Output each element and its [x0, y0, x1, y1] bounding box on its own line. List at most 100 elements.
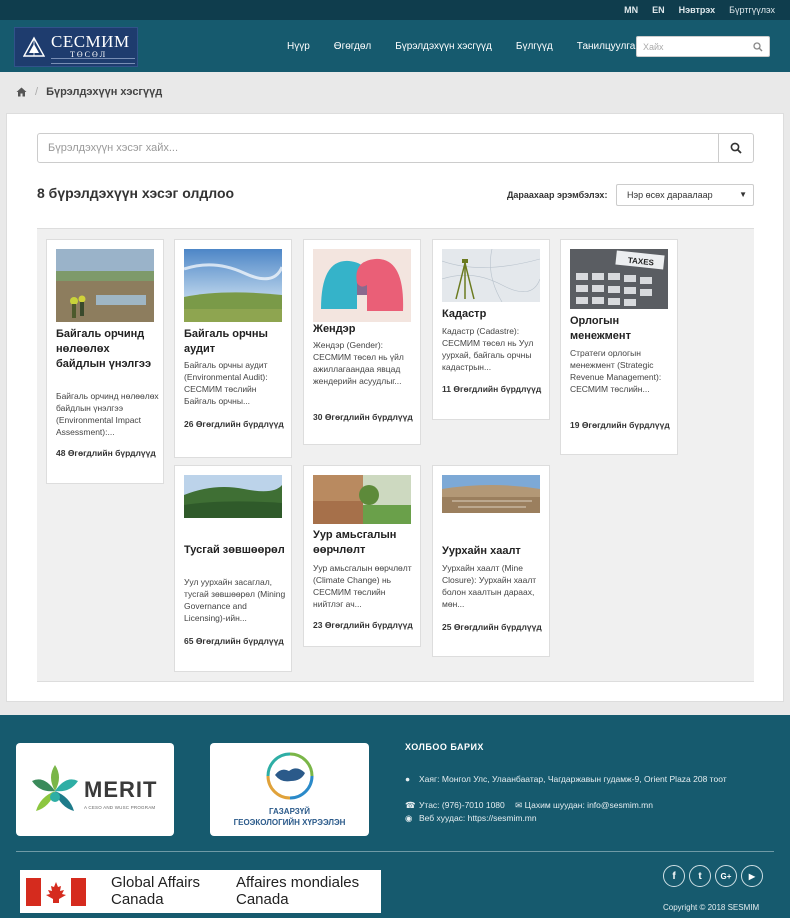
- main-panel: 8 бүрэлдэхүүн хэсэг олдлоо Дараахаар эрэ…: [6, 113, 784, 702]
- component-card[interactable]: Жендэр Жендэр (Gender): СЕСМИМ төсөл нь …: [303, 239, 421, 445]
- card-image: [313, 249, 411, 322]
- component-search: [37, 133, 754, 163]
- gac-english: Global Affairs Canada: [111, 874, 200, 908]
- contact-phone-email: ☎ Утас: (976)-7010 1080 ✉ Цахим шуудан: i…: [405, 800, 653, 811]
- card-title[interactable]: Орлогын менежмент: [570, 314, 674, 344]
- card-description: Уур амьсгалын өөрчлөлт (Climate Change) …: [313, 563, 412, 609]
- lang-mn-link[interactable]: MN: [617, 5, 645, 15]
- logo-triangle-icon: [23, 36, 45, 57]
- card-count: 11 Өгөгдлийн бүрдлүүд: [442, 384, 542, 394]
- nav-data[interactable]: Өгөгдөл: [334, 41, 371, 52]
- card-title[interactable]: Байгаль орчинд нөлөөлөх байдлын үнэлгээ: [56, 327, 160, 372]
- merit-name: MERIT: [84, 777, 158, 802]
- merit-logo[interactable]: MERIT A CESO AND WUSC PROGRAM: [16, 743, 174, 836]
- youtube-icon[interactable]: ▶: [741, 865, 763, 887]
- component-card[interactable]: Кадастр Кадастр (Cadastre): СЕСМИМ төсөл…: [432, 239, 550, 420]
- login-link[interactable]: Нэвтрэх: [672, 5, 723, 15]
- geoecology-logo[interactable]: ГАЗАРЗҮЙ ГЕОЭКОЛОГИЙН ХҮРЭЭЛЭН: [210, 743, 369, 836]
- email-text[interactable]: Цахим шуудан: info@sesmim.mn: [525, 800, 653, 810]
- site-logo[interactable]: СЕСМИМ ТӨСӨЛ: [14, 27, 138, 67]
- top-bar: MN EN Нэвтрэх Бүртгүүлэх: [0, 0, 790, 20]
- home-icon[interactable]: [16, 87, 27, 97]
- card-count: 26 Өгөгдлийн бүрдлүүд: [184, 419, 284, 429]
- card-image: [56, 249, 154, 322]
- sort-select-value: Нэр өсөх дараалаар: [627, 190, 713, 200]
- component-card[interactable]: TAXES Орлогын менежмент Стратеги орлогын…: [560, 239, 678, 455]
- main-nav: Нүүр Өгөгдөл Бүрэлдэхүүн хэсгүүд Бүлгүүд…: [287, 20, 659, 72]
- phone-icon: ☎: [405, 800, 416, 810]
- geoecology-line1: ГАЗАРЗҮЙ: [268, 807, 311, 816]
- header: СЕСМИМ ТӨСӨЛ Нүүр Өгөгдөл Бүрэлдэхүүн хэ…: [0, 20, 790, 72]
- geoecology-emblem-icon: [266, 752, 314, 800]
- card-title[interactable]: Уурхайн хаалт: [442, 544, 546, 559]
- search-icon: [730, 142, 742, 154]
- sort-select[interactable]: Нэр өсөх дараалаар ▼: [616, 184, 754, 206]
- contact-heading: ХОЛБОО БАРИХ: [405, 742, 484, 752]
- search-icon[interactable]: [753, 42, 763, 52]
- card-title[interactable]: Жендэр: [313, 322, 417, 337]
- card-title[interactable]: Тусгай зөвшөөрөл: [184, 543, 288, 558]
- component-search-button[interactable]: [718, 134, 753, 162]
- breadcrumb: / Бүрэлдэхүүн хэсгүүд: [16, 84, 162, 100]
- twitter-icon[interactable]: t: [689, 865, 711, 887]
- geoecology-line2: ГЕОЭКОЛОГИЙН ХҮРЭЭЛЭН: [233, 818, 346, 827]
- nav-about[interactable]: Танилцуулга: [577, 41, 636, 52]
- component-card[interactable]: Байгаль орчинд нөлөөлөх байдлын үнэлгээ …: [46, 239, 164, 484]
- register-link[interactable]: Бүртгүүлэх: [722, 5, 782, 15]
- global-affairs-canada-logo[interactable]: Global Affairs Canada Affaires mondiales…: [20, 870, 381, 913]
- lang-en-link[interactable]: EN: [645, 5, 672, 15]
- component-card[interactable]: Уур амьсгалын өөрчлөлт Уур амьсгалын өөр…: [303, 465, 421, 647]
- gac-english-line1: Global Affairs: [111, 874, 200, 891]
- component-card[interactable]: Байгаль орчны аудит Байгаль орчны аудит …: [174, 239, 292, 458]
- breadcrumb-separator: /: [35, 86, 39, 98]
- contact-web: ◉ Веб хуудас: https://sesmim.mn: [405, 813, 537, 824]
- copyright: Copyright © 2018 SESMIM: [663, 903, 760, 912]
- card-description: Байгаль орчинд нөлөөлөх байдлын үнэлгээ …: [56, 391, 159, 437]
- caret-down-icon: ▼: [739, 190, 747, 199]
- gac-french: Affaires mondiales Canada: [236, 874, 359, 908]
- logo-caption-lines: [51, 58, 135, 64]
- card-title[interactable]: Байгаль орчны аудит: [184, 327, 288, 357]
- component-card[interactable]: Тусгай зөвшөөрөл Уул уурхайн засаглал, т…: [174, 465, 292, 672]
- card-title[interactable]: Уур амьсгалын өөрчлөлт: [313, 528, 417, 558]
- header-search: [636, 36, 770, 57]
- canada-flag-icon: [26, 878, 86, 906]
- merit-tagline: A CESO AND WUSC PROGRAM: [84, 805, 156, 810]
- card-count: 23 Өгөгдлийн бүрдлүүд: [313, 620, 413, 630]
- card-count: 19 Өгөгдлийн бүрдлүүд: [570, 420, 670, 430]
- sort-label: Дараахаар эрэмбэлэх:: [507, 190, 608, 200]
- breadcrumb-current[interactable]: Бүрэлдэхүүн хэсгүүд: [46, 86, 162, 98]
- google-plus-icon[interactable]: G+: [715, 865, 737, 887]
- card-image: [184, 249, 282, 322]
- component-search-input[interactable]: [38, 134, 708, 162]
- card-description: Уурхайн хаалт (Mine Closure): Уурхайн ха…: [442, 563, 537, 609]
- card-count: 48 Өгөгдлийн бүрдлүүд: [56, 448, 156, 458]
- web-text[interactable]: Веб хуудас: https://sesmim.mn: [419, 813, 537, 823]
- header-search-input[interactable]: [637, 37, 745, 57]
- top-links: MN EN Нэвтрэх Бүртгүүлэх: [617, 0, 782, 20]
- results-count: 8 бүрэлдэхүүн хэсэг олдлоо: [37, 185, 235, 201]
- card-description: Уул уурхайн засаглал, тусгай зөвшөөрөл (…: [184, 577, 286, 623]
- nav-home[interactable]: Нүүр: [287, 41, 310, 52]
- component-card[interactable]: Уурхайн хаалт Уурхайн хаалт (Mine Closur…: [432, 465, 550, 657]
- component-grid: Байгаль орчинд нөлөөлөх байдлын үнэлгээ …: [37, 228, 754, 682]
- merit-leaf-icon: [32, 765, 78, 811]
- gac-french-line1: Affaires mondiales: [236, 874, 360, 891]
- card-count: 30 Өгөгдлийн бүрдлүүд: [313, 412, 413, 422]
- card-image: [184, 475, 282, 548]
- nav-components[interactable]: Бүрэлдэхүүн хэсгүүд: [395, 41, 492, 52]
- card-title[interactable]: Кадастр: [442, 307, 546, 322]
- logo-name: СЕСМИМ: [51, 32, 130, 51]
- card-description: Жендэр (Gender): СЕСМИМ төсөл нь үйл ажи…: [313, 340, 404, 386]
- card-image: TAXES: [570, 249, 668, 322]
- gac-english-line2: Canada: [111, 891, 164, 908]
- envelope-icon: ✉: [515, 800, 523, 810]
- card-count: 65 Өгөгдлийн бүрдлүүд: [184, 636, 284, 646]
- card-description: Кадастр (Cadastre): СЕСМИМ төсөл нь Уул …: [442, 326, 534, 372]
- gac-french-line2: Canada: [236, 891, 289, 908]
- footer-divider: [16, 851, 774, 852]
- nav-groups[interactable]: Бүлгүүд: [516, 41, 553, 52]
- card-count: 25 Өгөгдлийн бүрдлүүд: [442, 622, 542, 632]
- facebook-icon[interactable]: f: [663, 865, 685, 887]
- card-image: [442, 475, 540, 548]
